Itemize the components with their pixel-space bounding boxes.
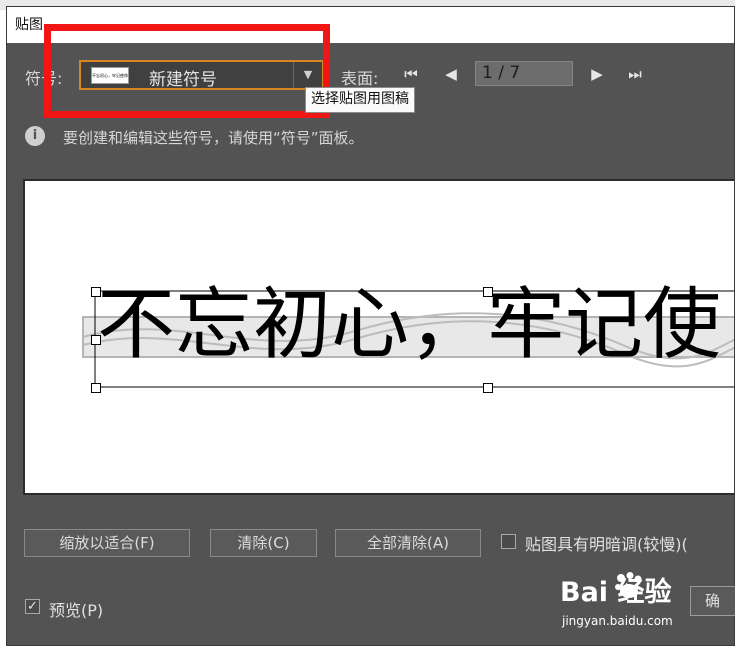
art-preview-canvas[interactable]: 不忘初心，牢记使: [23, 179, 734, 495]
preview-label: 预览(P): [49, 601, 104, 620]
fit-button[interactable]: 缩放以适合(F): [24, 529, 190, 557]
highlight-annotation-box: [44, 24, 330, 118]
baidu-watermark: Bai 经验 jingyan.baidu.com: [560, 570, 735, 638]
preview-checkbox[interactable]: ✓: [25, 599, 40, 614]
first-surface-icon[interactable]: ⏮: [400, 63, 422, 85]
shade-artwork-label: 贴图具有明暗调(较慢)(: [525, 535, 688, 554]
bounding-handle[interactable]: [91, 287, 101, 297]
symbol-tooltip: 选择贴图用图稿: [305, 87, 415, 113]
clear-button[interactable]: 清除(C): [210, 529, 317, 557]
clear-all-button[interactable]: 全部清除(A): [335, 529, 481, 557]
watermark-url: jingyan.baidu.com: [562, 614, 673, 628]
previous-surface-icon[interactable]: ◀: [440, 63, 462, 85]
shade-artwork-checkbox[interactable]: [501, 534, 516, 549]
info-message: 要创建和编辑这些符号，请使用“符号”面板。: [63, 129, 364, 147]
next-surface-icon[interactable]: ▶: [586, 63, 608, 85]
surface-label: 表面:: [341, 69, 379, 88]
bounding-handle[interactable]: [91, 335, 101, 345]
last-surface-icon[interactable]: ⏭: [624, 63, 646, 85]
bounding-handle[interactable]: [483, 287, 493, 297]
paw-icon: [615, 572, 642, 598]
info-icon: i: [25, 126, 45, 146]
bounding-handle[interactable]: [91, 383, 101, 393]
dialog-title: 贴图: [15, 17, 43, 33]
bounding-handle[interactable]: [483, 383, 493, 393]
preview-art-text: 不忘初心，牢记使: [97, 280, 722, 370]
surface-page-field[interactable]: 1 / 7: [475, 61, 573, 86]
